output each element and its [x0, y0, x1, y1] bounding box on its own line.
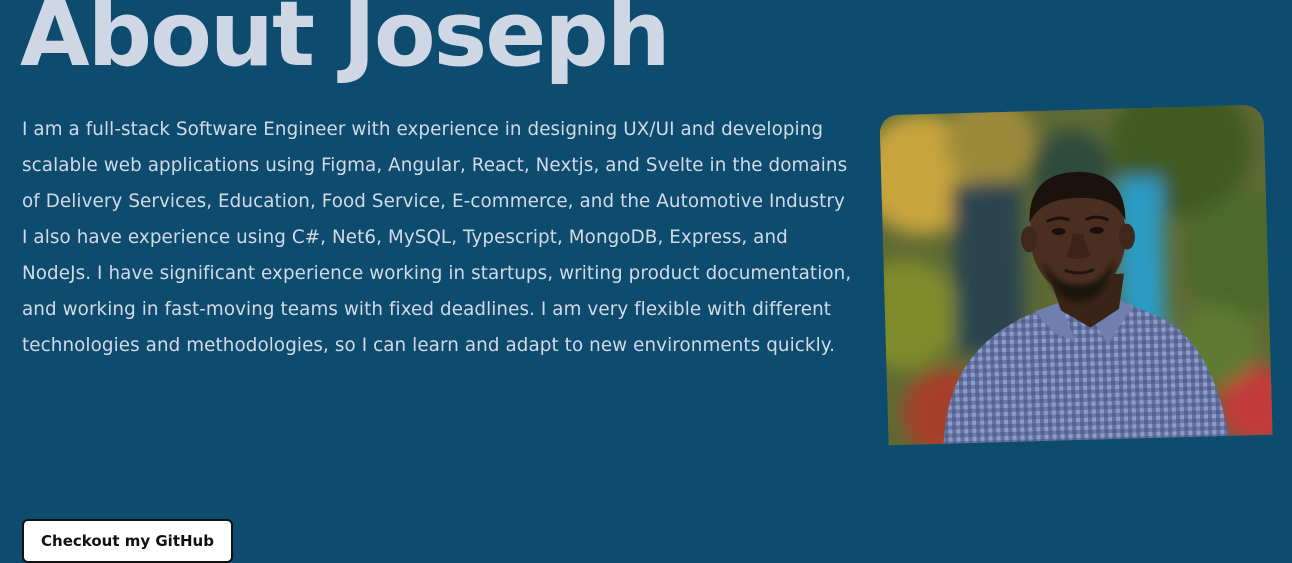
profile-photo-image [879, 104, 1273, 446]
about-bio: I am a full-stack Software Engineer with… [22, 119, 852, 356]
profile-photo [879, 104, 1273, 446]
github-button[interactable]: Checkout my GitHub [22, 519, 233, 563]
page-title: About Joseph [20, 0, 671, 87]
